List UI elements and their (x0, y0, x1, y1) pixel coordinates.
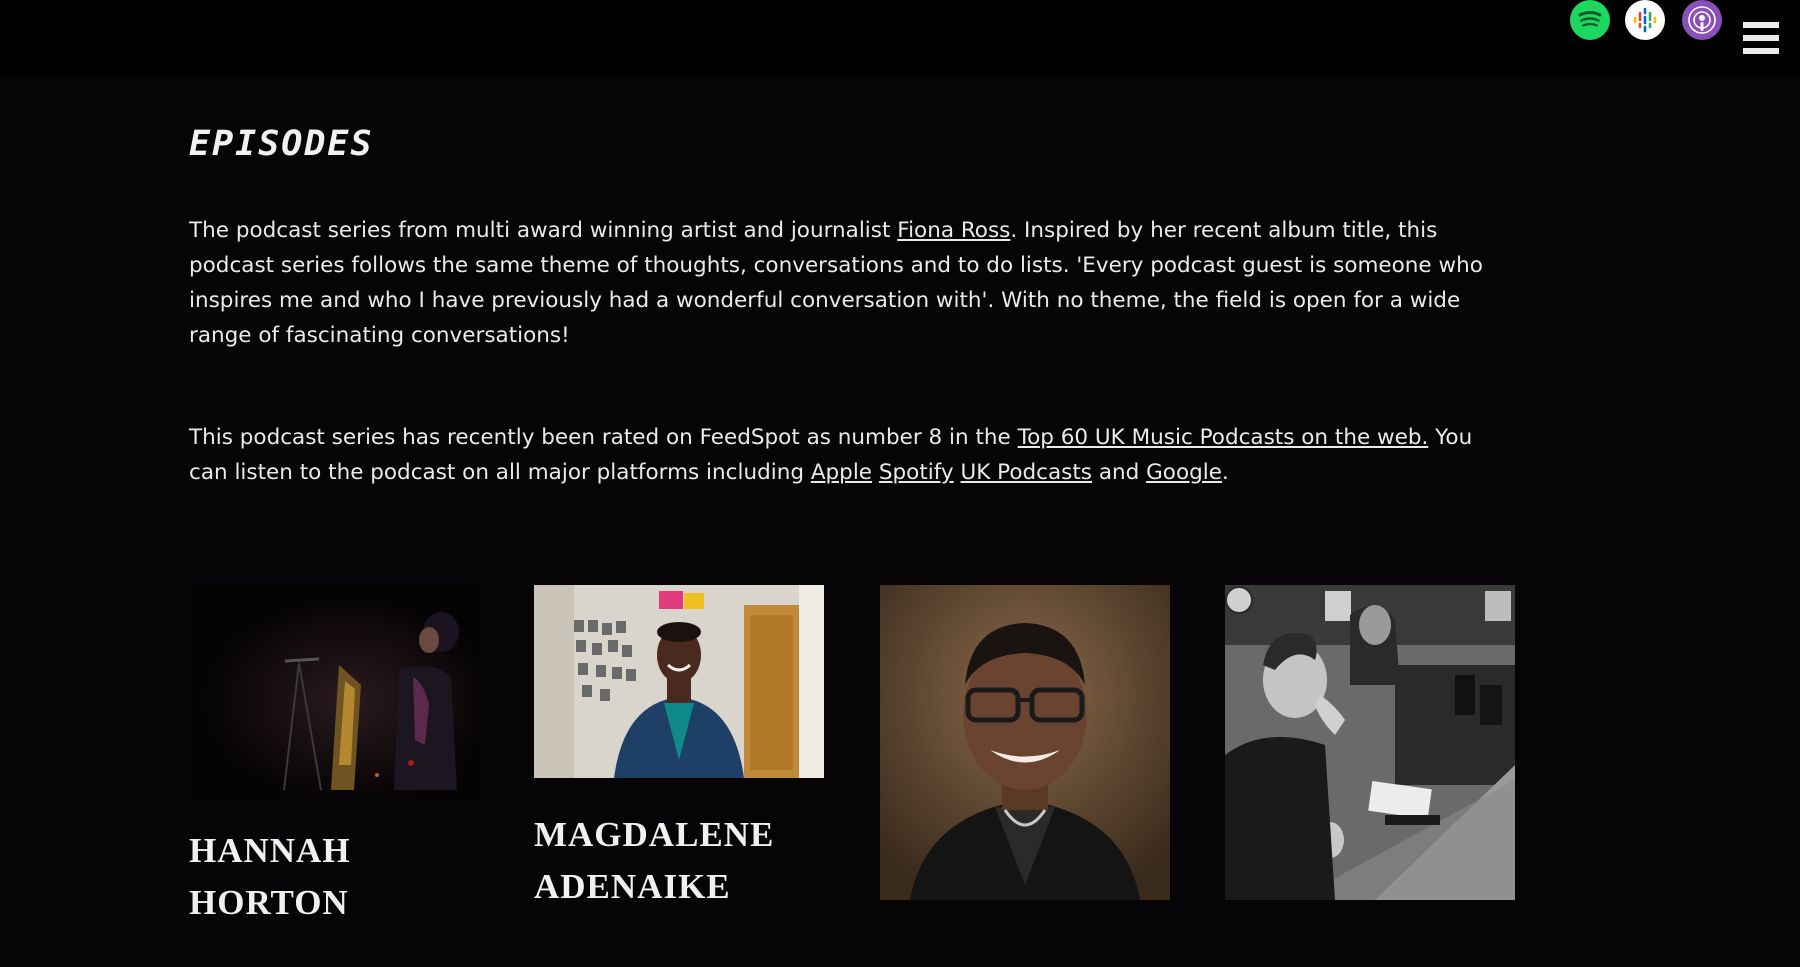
spotify-link[interactable]: Spotify (879, 460, 954, 485)
period-text: . (1221, 460, 1229, 485)
uk-podcasts-link[interactable]: UK Podcasts (961, 460, 1093, 485)
page-title: EPISODES (189, 124, 374, 164)
hamburger-menu-icon[interactable] (1743, 22, 1779, 56)
episode-photo[interactable] (189, 585, 479, 795)
apple-podcasts-icon[interactable] (1682, 0, 1722, 40)
google-podcasts-icon[interactable] (1625, 0, 1665, 40)
guest-name-line1: HANNAH (189, 831, 351, 870)
apple-link[interactable]: Apple (811, 460, 872, 485)
episode-guest-name[interactable] (880, 915, 1170, 967)
guest-name-line2: ADENAIKE (534, 867, 731, 906)
episode-guest-name[interactable]: HANNAH HORTON (189, 825, 479, 929)
rating-paragraph: This podcast series has recently been ra… (189, 420, 1509, 490)
episode-guest-name[interactable]: MAGDALENE ADENAIKE (534, 809, 824, 913)
episode-photo[interactable] (880, 585, 1170, 900)
top-60-link[interactable]: Top 60 UK Music Podcasts on the web. (1018, 425, 1429, 450)
fiona-ross-link[interactable]: Fiona Ross (897, 218, 1010, 243)
google-link[interactable]: Google (1146, 460, 1222, 485)
intro-paragraph: The podcast series from multi award winn… (189, 213, 1509, 353)
spotify-icon[interactable] (1570, 0, 1610, 40)
episode-photo[interactable] (1225, 585, 1515, 900)
intro-text-start: The podcast series from multi award winn… (189, 218, 898, 243)
guest-name-line1: MAGDALENE (534, 815, 775, 854)
episode-guest-name[interactable] (1225, 915, 1515, 967)
top-bar (0, 0, 1800, 78)
rating-text-start: This podcast series has recently been ra… (189, 425, 1018, 450)
episode-photo[interactable] (534, 585, 824, 778)
and-text: and (1092, 460, 1147, 485)
guest-name-line2: HORTON (189, 883, 349, 922)
